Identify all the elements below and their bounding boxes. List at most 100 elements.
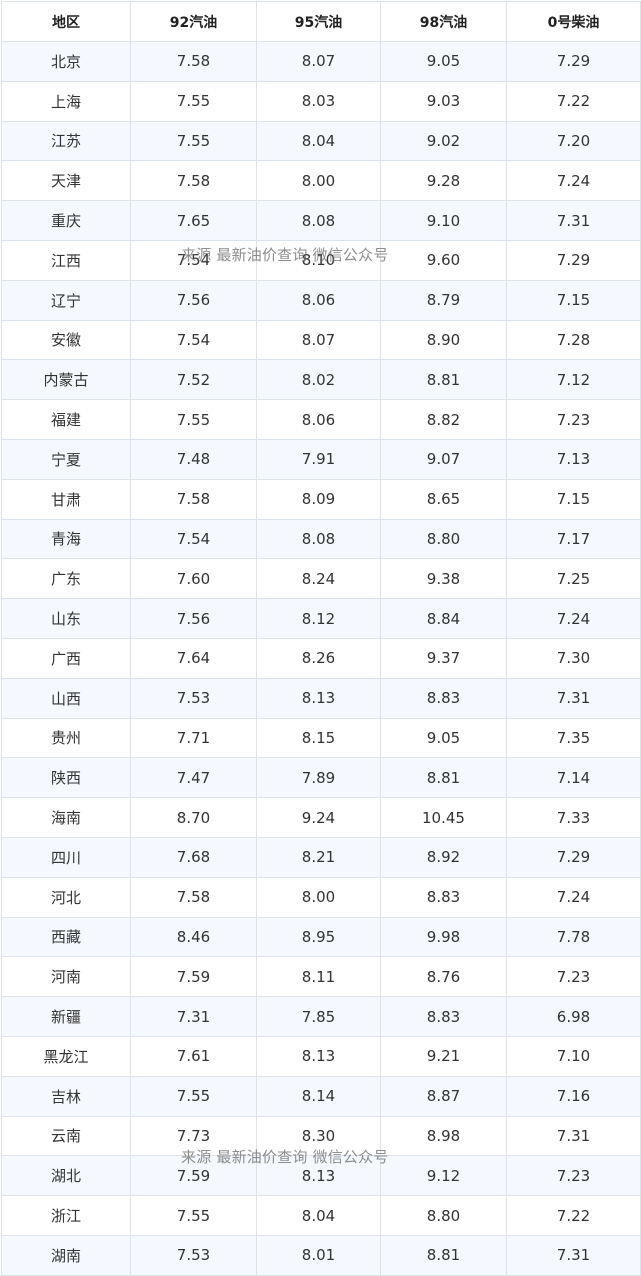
table-row: 贵州 7.71 8.15 9.05 7.35 — [1, 717, 641, 759]
cell-region: 浙江 — [1, 1195, 131, 1236]
cell-92-gasoline: 7.52 — [130, 359, 257, 401]
cell-92-gasoline: 7.47 — [130, 757, 257, 799]
cell-0-diesel: 7.14 — [506, 757, 641, 799]
table-row: 福建 7.55 8.06 8.82 7.23 — [1, 399, 641, 440]
cell-region: 内蒙古 — [1, 359, 131, 401]
cell-0-diesel: 7.31 — [506, 200, 641, 241]
cell-92-gasoline: 7.53 — [130, 677, 257, 719]
cell-95-gasoline: 8.14 — [256, 1075, 381, 1117]
cell-98-gasoline: 8.83 — [380, 996, 507, 1037]
cell-98-gasoline: 8.76 — [380, 956, 507, 998]
cell-92-gasoline: 7.58 — [130, 876, 257, 918]
cell-98-gasoline: 8.79 — [380, 279, 507, 321]
cell-0-diesel: 7.13 — [506, 438, 641, 480]
table-row: 重庆 7.65 8.08 9.10 7.31 — [1, 200, 641, 241]
cell-98-gasoline: 9.28 — [380, 160, 507, 202]
cell-98-gasoline: 9.02 — [380, 120, 507, 162]
cell-98-gasoline: 9.98 — [380, 916, 507, 958]
price-table-container: 地区 92汽油 95汽油 98汽油 0号柴油 北京 7.58 8.07 9.05 7.2… — [0, 0, 641, 1276]
cell-95-gasoline: 8.11 — [256, 956, 381, 998]
table-row: 江苏 7.55 8.04 9.02 7.20 — [1, 120, 641, 162]
cell-0-diesel: 7.31 — [506, 677, 641, 719]
cell-95-gasoline: 8.09 — [256, 478, 381, 520]
cell-region: 河南 — [1, 956, 131, 998]
cell-region: 甘肃 — [1, 478, 131, 520]
cell-95-gasoline: 7.89 — [256, 757, 381, 799]
cell-95-gasoline: 8.08 — [256, 200, 381, 241]
cell-92-gasoline: 7.55 — [130, 399, 257, 440]
table-row: 陕西 7.47 7.89 8.81 7.14 — [1, 757, 641, 799]
table-row: 广东 7.60 8.24 9.38 7.25 — [1, 558, 641, 600]
cell-region: 陕西 — [1, 757, 131, 799]
table-header: 地区 92汽油 95汽油 98汽油 0号柴油 — [1, 1, 641, 42]
cell-region: 河北 — [1, 876, 131, 918]
cell-98-gasoline: 9.05 — [380, 717, 507, 759]
header-row: 地区 92汽油 95汽油 98汽油 0号柴油 — [1, 1, 641, 42]
table-row: 广西 7.64 8.26 9.37 7.30 — [1, 637, 641, 679]
cell-95-gasoline: 7.85 — [256, 996, 381, 1037]
cell-0-diesel: 7.17 — [506, 518, 641, 560]
cell-98-gasoline: 8.87 — [380, 1075, 507, 1117]
cell-92-gasoline: 7.64 — [130, 637, 257, 679]
cell-92-gasoline: 7.54 — [130, 239, 257, 281]
table-row: 吉林 7.55 8.14 8.87 7.16 — [1, 1075, 641, 1117]
cell-0-diesel: 7.22 — [506, 1195, 641, 1236]
cell-92-gasoline: 7.59 — [130, 956, 257, 998]
table-row: 海南 8.70 9.24 10.45 7.33 — [1, 797, 641, 838]
cell-region: 青海 — [1, 518, 131, 560]
cell-95-gasoline: 8.10 — [256, 239, 381, 281]
table-row: 西藏 8.46 8.95 9.98 7.78 — [1, 916, 641, 958]
cell-0-diesel: 7.23 — [506, 1155, 641, 1197]
cell-95-gasoline: 7.91 — [256, 438, 381, 480]
cell-0-diesel: 7.24 — [506, 598, 641, 639]
cell-98-gasoline: 8.92 — [380, 836, 507, 878]
header-95-gasoline: 95汽油 — [256, 1, 381, 42]
cell-region: 海南 — [1, 797, 131, 838]
table-row: 湖南 7.53 8.01 8.81 7.31 — [1, 1234, 641, 1276]
cell-0-diesel: 7.24 — [506, 876, 641, 918]
cell-92-gasoline: 7.58 — [130, 478, 257, 520]
cell-92-gasoline: 7.58 — [130, 41, 257, 82]
cell-0-diesel: 7.29 — [506, 239, 641, 281]
cell-95-gasoline: 8.30 — [256, 1115, 381, 1157]
cell-region: 重庆 — [1, 200, 131, 241]
cell-region: 宁夏 — [1, 438, 131, 480]
cell-98-gasoline: 8.81 — [380, 1234, 507, 1276]
cell-0-diesel: 7.28 — [506, 319, 641, 361]
cell-95-gasoline: 8.06 — [256, 399, 381, 440]
cell-region: 吉林 — [1, 1075, 131, 1117]
table-row: 新疆 7.31 7.85 8.83 6.98 — [1, 996, 641, 1037]
cell-98-gasoline: 8.81 — [380, 757, 507, 799]
cell-95-gasoline: 8.02 — [256, 359, 381, 401]
cell-98-gasoline: 9.07 — [380, 438, 507, 480]
cell-98-gasoline: 9.12 — [380, 1155, 507, 1197]
table-row: 天津 7.58 8.00 9.28 7.24 — [1, 160, 641, 202]
cell-98-gasoline: 9.37 — [380, 637, 507, 679]
fuel-price-table: 地区 92汽油 95汽油 98汽油 0号柴油 北京 7.58 8.07 9.05 7.2… — [1, 1, 641, 1276]
cell-98-gasoline: 9.21 — [380, 1035, 507, 1077]
cell-92-gasoline: 7.59 — [130, 1155, 257, 1197]
cell-95-gasoline: 8.08 — [256, 518, 381, 560]
cell-0-diesel: 7.31 — [506, 1234, 641, 1276]
cell-0-diesel: 7.25 — [506, 558, 641, 600]
cell-95-gasoline: 8.13 — [256, 677, 381, 719]
cell-98-gasoline: 9.03 — [380, 80, 507, 122]
table-row: 黑龙江 7.61 8.13 9.21 7.10 — [1, 1035, 641, 1077]
cell-0-diesel: 7.15 — [506, 279, 641, 321]
table-row: 浙江 7.55 8.04 8.80 7.22 — [1, 1195, 641, 1236]
cell-92-gasoline: 7.55 — [130, 80, 257, 122]
cell-95-gasoline: 8.15 — [256, 717, 381, 759]
cell-95-gasoline: 8.12 — [256, 598, 381, 639]
table-body: 北京 7.58 8.07 9.05 7.29 上海 7.55 8.03 9.03 7.22 江苏 7.… — [1, 41, 641, 1276]
cell-0-diesel: 7.31 — [506, 1115, 641, 1157]
table-row: 上海 7.55 8.03 9.03 7.22 — [1, 80, 641, 122]
cell-region: 广东 — [1, 558, 131, 600]
cell-95-gasoline: 8.07 — [256, 319, 381, 361]
table-row: 安徽 7.54 8.07 8.90 7.28 — [1, 319, 641, 361]
cell-95-gasoline: 8.03 — [256, 80, 381, 122]
cell-98-gasoline: 8.98 — [380, 1115, 507, 1157]
cell-92-gasoline: 7.53 — [130, 1234, 257, 1276]
cell-95-gasoline: 8.26 — [256, 637, 381, 679]
cell-region: 安徽 — [1, 319, 131, 361]
cell-98-gasoline: 10.45 — [380, 797, 507, 838]
